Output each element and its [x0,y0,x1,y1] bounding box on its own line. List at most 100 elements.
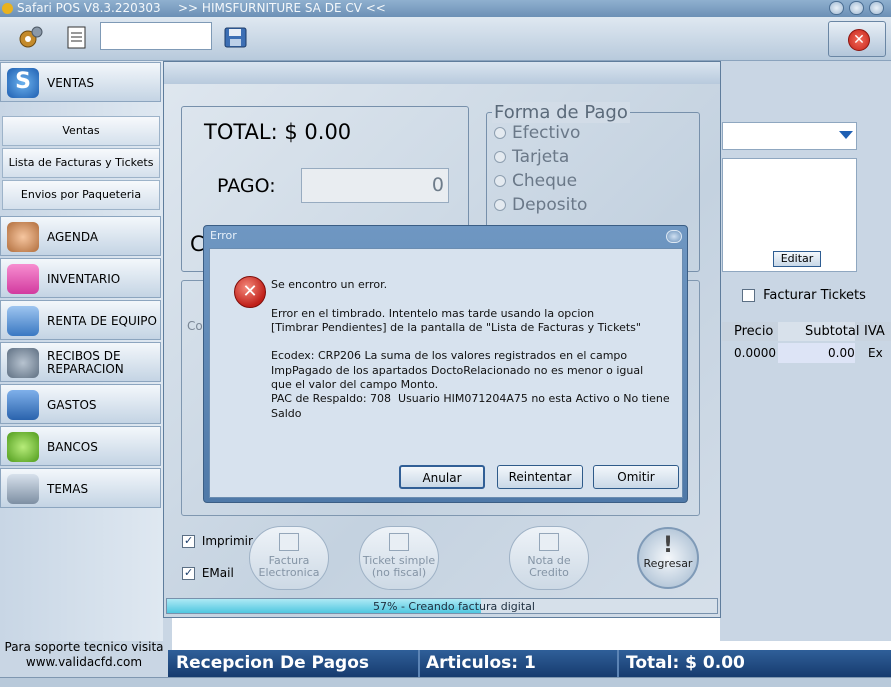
payment-dialog-header [164,62,720,84]
grid-header-precio[interactable]: Precio [734,324,773,339]
sidebar-item-label: VENTAS [47,76,94,90]
reintentar-button[interactable]: Reintentar [497,465,583,489]
ticket-icon [389,533,409,551]
sidebar-item-label: BANCOS [47,440,98,454]
minimize-button[interactable] [829,1,844,15]
status-mode: Recepcion De Pagos [176,653,370,673]
radio-label: Efectivo [512,123,581,143]
invoice-icon [279,533,299,551]
grid-header-iva[interactable]: IVA [864,324,885,339]
dropdown-arrow-icon[interactable] [839,131,853,139]
status-divider [418,650,420,677]
ticket-label: Ticket simple (no fiscal) [362,554,436,579]
credit-card-icon [7,390,39,420]
sidebar-item-label: GASTOS [47,398,97,412]
cell-subtotal: 0.00 [828,346,855,360]
sidebar-item-label: RECIBOS DE REPARACION [47,349,124,376]
checkbox-box[interactable] [742,289,755,302]
grid-header-subtotal[interactable]: Subtotal [805,324,859,339]
checkbox-box[interactable] [182,535,195,548]
anular-button[interactable]: Anular [399,465,485,489]
gear-icon[interactable] [16,25,44,51]
sidebar-item-agenda[interactable]: AGENDA [0,216,161,256]
status-bar: Recepcion De Pagos Articulos: 1 Total: $… [168,650,891,677]
omitir-label: Omitir [617,470,655,484]
maximize-button[interactable] [849,1,864,15]
regresar-button[interactable]: ! Regresar [637,527,699,589]
total-label: TOTAL: $ 0.00 [204,120,352,144]
sidebar-subitem-lista-facturas[interactable]: Lista de Facturas y Tickets [2,148,160,178]
editar-button[interactable]: Editar [773,251,821,267]
error-dialog-body: ✕ Se encontro un error. Error en el timb… [209,248,683,498]
bottom-strip [0,677,891,687]
client-dropdown[interactable] [722,122,857,150]
sidebar-item-label: TEMAS [47,482,89,496]
pago-input[interactable]: 0 [301,168,449,203]
radio-label: Cheque [512,171,578,191]
imprimir-checkbox[interactable]: Imprimir [182,534,253,548]
omitir-button[interactable]: Omitir [593,465,679,489]
cell-precio: 0.0000 [734,346,776,360]
sidebar-subitem-ventas[interactable]: Ventas [2,116,160,146]
radio-cheque[interactable]: Cheque [494,171,577,191]
rental-notepad-icon [7,306,39,336]
close-icon: ✕ [848,29,870,51]
ticket-simple-button[interactable]: Ticket simple (no fiscal) [359,526,439,590]
inventory-box-icon [7,264,39,294]
nota-label: Nota de Credito [527,554,571,579]
company-name: >> HIMSFURNITURE SA DE CV << [178,1,386,15]
window-close-button[interactable] [869,1,884,15]
checkbox-box[interactable] [182,567,195,580]
ventas-s-icon: S [7,68,39,98]
cell-iva: Ex [868,346,883,360]
sidebar-item-recibos-reparacion[interactable]: RECIBOS DE REPARACION [0,342,161,382]
progress-bar: 57% - Creando factura digital [166,598,718,614]
radio-tarjeta[interactable]: Tarjeta [494,147,569,167]
anular-label: Anular [422,471,462,485]
radio-label: Tarjeta [512,147,570,167]
radio-dot[interactable] [494,199,506,211]
toolbar-search-input[interactable] [100,22,212,50]
facturar-tickets-checkbox[interactable]: Facturar Tickets [742,288,866,303]
save-disk-icon[interactable] [222,25,250,51]
radio-deposito[interactable]: Deposito [494,195,587,215]
error-message: Se encontro un error. Error en el timbra… [271,278,670,420]
radio-dot[interactable] [494,151,506,163]
imprimir-label: Imprimir [201,534,253,548]
table-row[interactable]: 0.0000 0.00 Ex [722,343,891,365]
nota-credito-button[interactable]: Nota de Credito [509,526,589,590]
factura-electronica-button[interactable]: Factura Electronica [249,526,329,590]
repair-tools-icon [7,348,39,378]
status-articulos: Articulos: 1 [426,653,536,673]
email-label: EMail [201,566,234,580]
sidebar-item-label: AGENDA [47,230,99,244]
reintentar-label: Reintentar [508,470,572,484]
window-title-bar: Safari POS V8.3.220303 >> HIMSFURNITURE … [0,0,891,17]
close-app-button[interactable]: ✕ [828,21,886,57]
status-total: Total: $ 0.00 [626,653,745,673]
sidebar: S VENTAS Ventas Lista de Facturas y Tick… [0,61,163,641]
credit-note-icon [539,533,559,551]
radio-dot[interactable] [494,175,506,187]
support-info: Para soporte tecnico visita www.validacf… [0,640,168,670]
piggy-bank-icon [7,432,39,462]
document-icon[interactable] [64,25,92,51]
sidebar-item-bancos[interactable]: BANCOS [0,426,161,466]
radio-label: Deposito [512,195,588,215]
error-dialog-title: Error [210,229,237,242]
error-dialog-close-button[interactable] [666,230,682,243]
sidebar-item-gastos[interactable]: GASTOS [0,384,161,424]
sidebar-subitem-envios[interactable]: Envios por Paqueteria [2,180,160,210]
email-checkbox[interactable]: EMail [182,566,234,580]
support-text: Para soporte tecnico visita [4,640,164,654]
sidebar-item-label: INVENTARIO [47,272,121,286]
exclamation-icon: ! [662,533,674,558]
sidebar-item-ventas[interactable]: S VENTAS [0,62,161,102]
support-url[interactable]: www.validacfd.com [0,655,168,670]
radio-efectivo[interactable]: Efectivo [494,123,580,143]
radio-dot[interactable] [494,127,506,139]
sidebar-item-label: RENTA DE EQUIPO [47,314,157,328]
sidebar-item-inventario[interactable]: INVENTARIO [0,258,161,298]
sidebar-item-temas[interactable]: TEMAS [0,468,161,508]
sidebar-item-renta-equipo[interactable]: RENTA DE EQUIPO [0,300,161,340]
